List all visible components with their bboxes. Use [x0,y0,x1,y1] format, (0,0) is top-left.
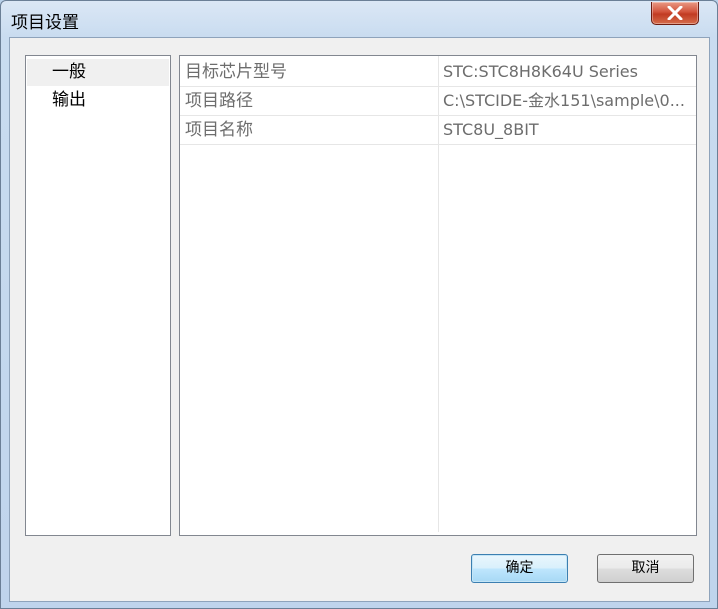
dialog-window: 项目设置 一般 输出 目标芯片型号 STC:STC8H8K64U Series [0,0,718,609]
nav-item-label: 一般 [52,62,86,82]
cancel-button[interactable]: 取消 [597,554,694,583]
close-icon [667,6,683,20]
property-row[interactable]: 项目路径 C:\STCIDE-金水151\sample\0... [180,87,696,116]
nav-item-general[interactable]: 一般 [27,59,169,86]
property-value[interactable]: STC:STC8H8K64U Series [443,58,691,86]
title-bar[interactable]: 项目设置 [1,1,717,37]
category-list: 一般 输出 [25,55,171,536]
property-key: 项目名称 [185,120,253,140]
property-grid: 目标芯片型号 STC:STC8H8K64U Series 项目路径 C:\STC… [179,55,697,536]
property-value[interactable]: STC8U_8BIT [443,116,691,144]
property-key: 目标芯片型号 [185,62,287,82]
nav-item-output[interactable]: 输出 [27,87,169,114]
close-button[interactable] [651,2,699,25]
property-row[interactable]: 项目名称 STC8U_8BIT [180,116,696,145]
nav-item-label: 输出 [52,90,86,110]
property-value[interactable]: C:\STCIDE-金水151\sample\0... [443,87,691,115]
property-row[interactable]: 目标芯片型号 STC:STC8H8K64U Series [180,58,696,87]
property-key: 项目路径 [185,91,253,111]
window-title: 项目设置 [11,13,79,33]
dialog-content: 一般 输出 目标芯片型号 STC:STC8H8K64U Series 项目路径 … [9,37,710,602]
ok-button[interactable]: 确定 [471,554,568,583]
